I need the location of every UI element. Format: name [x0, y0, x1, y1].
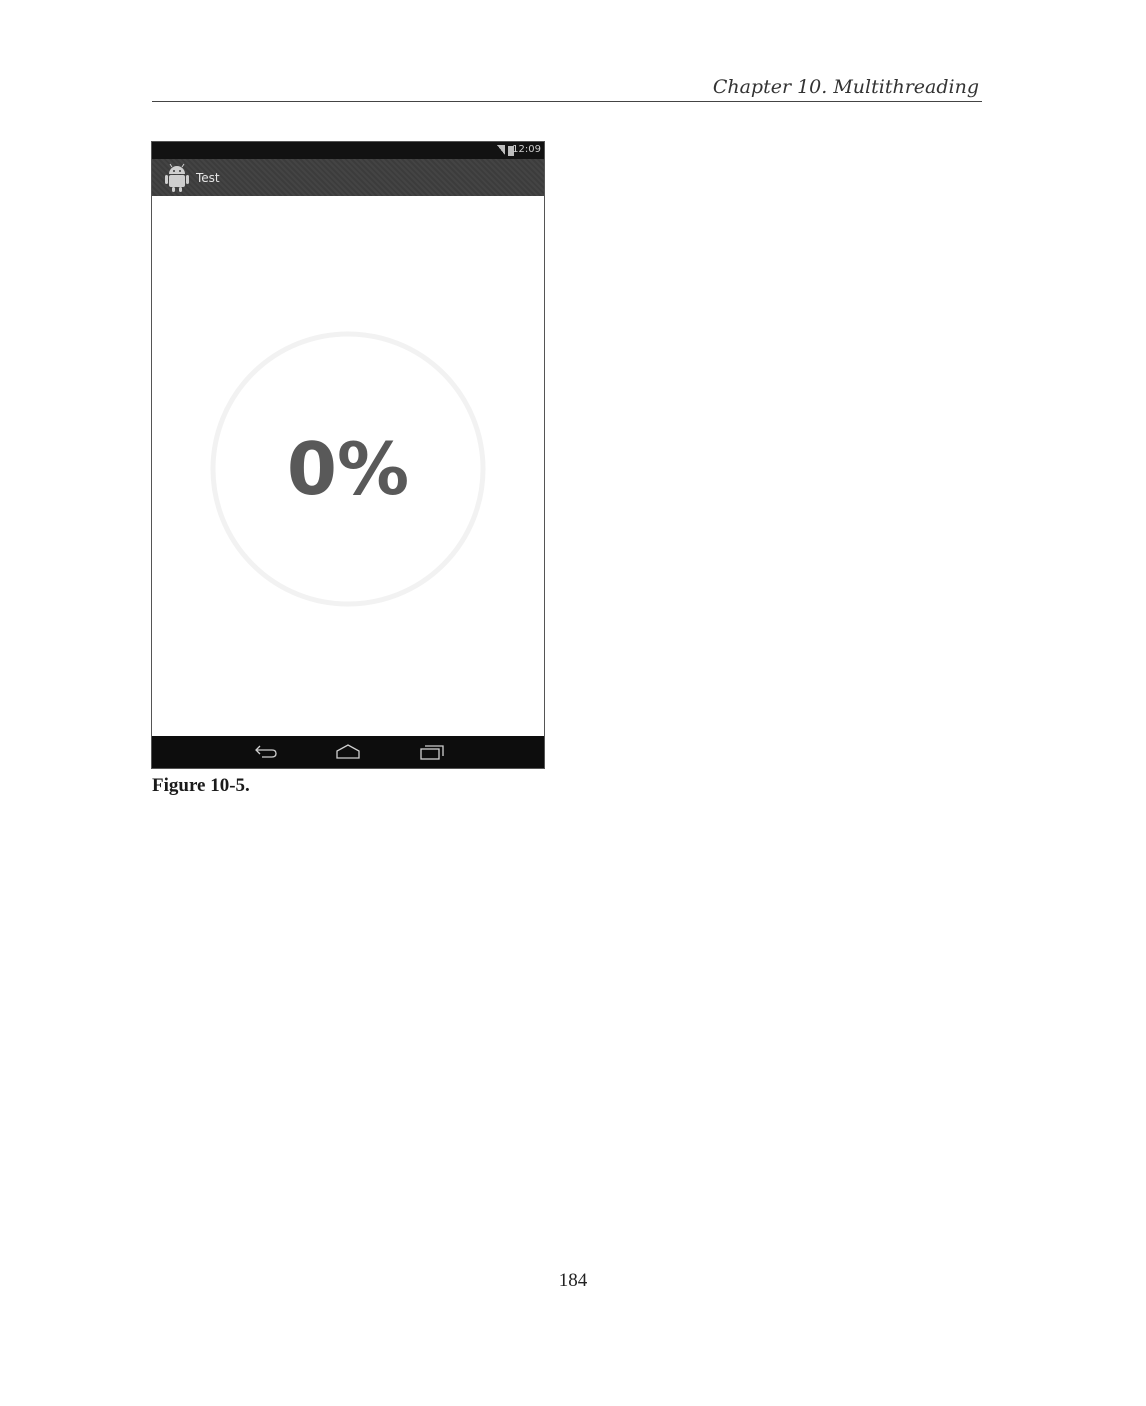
app-title: Test	[196, 171, 220, 185]
signal-icon	[497, 145, 505, 155]
header-rule	[152, 101, 982, 102]
figure-caption: Figure 10-5.	[152, 775, 250, 796]
home-icon[interactable]	[334, 742, 362, 762]
progress-percent-label: 0%	[286, 427, 410, 511]
android-robot-icon[interactable]	[164, 163, 190, 193]
back-icon[interactable]	[252, 742, 280, 762]
page-number: 184	[558, 1270, 588, 1291]
running-header: Chapter 10. Multithreading	[712, 76, 979, 98]
recent-apps-icon[interactable]	[418, 742, 446, 762]
content-area: 0%	[152, 196, 544, 738]
phone-screenshot: 12:09 Test 0%	[151, 141, 545, 769]
status-bar: 12:09	[152, 142, 544, 159]
nav-bar	[152, 736, 544, 768]
action-bar: Test	[152, 159, 544, 196]
status-time: 12:09	[512, 144, 541, 155]
circular-progress: 0%	[208, 329, 488, 609]
